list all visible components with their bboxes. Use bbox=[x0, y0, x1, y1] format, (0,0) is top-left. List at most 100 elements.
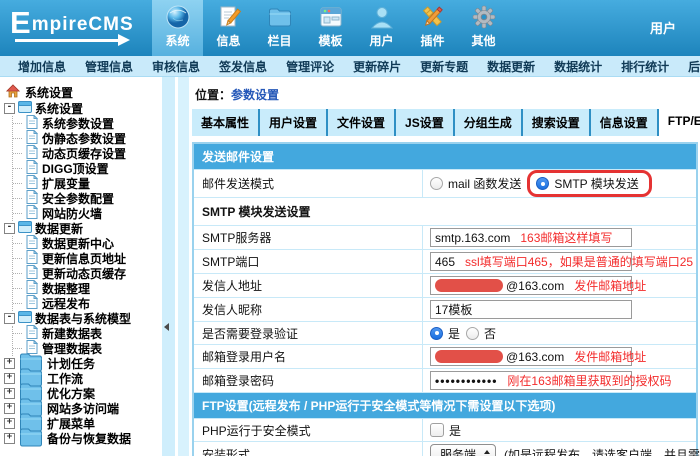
field-value: smtp.163.com163邮箱这样填写 bbox=[423, 226, 696, 249]
nav-item[interactable]: 审核信息 bbox=[152, 58, 200, 75]
collapse-node-icon[interactable]: - bbox=[4, 223, 15, 234]
form-row: SMTP端口465ssl填写端口465，如果是普通的填写端口25 bbox=[194, 250, 696, 274]
sidebar-item[interactable]: 动态页缓存设置 bbox=[13, 146, 162, 161]
field-label: 邮箱登录密码 bbox=[194, 369, 423, 392]
sidebar-item[interactable]: 数据整理 bbox=[13, 281, 162, 296]
sidebar-item[interactable]: 系统参数设置 bbox=[13, 116, 162, 131]
radio-icon[interactable] bbox=[466, 327, 479, 340]
sidebar-item[interactable]: 更新动态页缓存 bbox=[13, 266, 162, 281]
nav-item[interactable]: 排行统计 bbox=[621, 58, 669, 75]
text-input[interactable]: 17模板 bbox=[430, 300, 632, 319]
tab-信息设置[interactable]: 信息设置 bbox=[591, 109, 659, 136]
expand-node-icon[interactable]: + bbox=[4, 433, 15, 444]
text-input[interactable]: smtp.163.com163邮箱这样填写 bbox=[430, 228, 632, 247]
nav-item[interactable]: 更新专题 bbox=[420, 58, 468, 75]
password-input[interactable]: ••••••••••••刚在163邮箱里获取到的授权码 bbox=[430, 371, 632, 390]
redacted-value bbox=[435, 350, 503, 363]
expand-node-icon[interactable]: + bbox=[4, 358, 15, 369]
input-value: 465 bbox=[435, 255, 455, 269]
sidebar-item[interactable]: 更新信息页地址 bbox=[13, 251, 162, 266]
toolbar-item-栏目[interactable]: 栏目 bbox=[254, 0, 305, 56]
radio-option-annotated[interactable]: SMTP 模块发送 bbox=[527, 170, 651, 197]
checkbox-icon[interactable] bbox=[430, 423, 444, 437]
form-row: SMTP服务器smtp.163.com163邮箱这样填写 bbox=[194, 226, 696, 250]
text-input[interactable]: 465ssl填写端口465，如果是普通的填写端口25 bbox=[430, 252, 632, 271]
collapse-arrow-icon[interactable] bbox=[164, 323, 169, 331]
sidebar-group[interactable]: -数据表与系统模型 bbox=[0, 311, 162, 326]
text-input[interactable]: @163.com发件邮箱地址 bbox=[430, 347, 632, 366]
nav-item[interactable]: 签发信息 bbox=[219, 58, 267, 75]
empirecms-admin: EmpireCMS 系统信息栏目模板用户插件其他 用户 增加信息 管理信息 审核信息… bbox=[0, 0, 700, 456]
tab-分组生成[interactable]: 分组生成 bbox=[455, 109, 523, 136]
form-row: 是否需要登录验证是否 bbox=[194, 322, 696, 345]
sidebar-splitter[interactable] bbox=[162, 77, 175, 456]
collapse-node-icon[interactable]: - bbox=[4, 313, 15, 324]
shortcut-nav: 增加信息 管理信息 审核信息 签发信息 管理评论 更新碎片 更新专题 数据更新 数据统计 排行统计… bbox=[0, 56, 700, 77]
toolbar-item-插件[interactable]: 插件 bbox=[407, 0, 458, 56]
sidebar-group[interactable]: -系统设置 bbox=[0, 101, 162, 116]
toolbar-item-信息[interactable]: 信息 bbox=[203, 0, 254, 56]
tab-FTP/EMAIL[interactable]: FTP/EMAIL bbox=[659, 109, 700, 136]
tab-文件设置[interactable]: 文件设置 bbox=[328, 109, 396, 136]
checkbox-option[interactable]: 是 bbox=[430, 422, 461, 439]
nav-item[interactable]: 管理信息 bbox=[85, 58, 133, 75]
settings-tabs: 基本属性用户设置文件设置JS设置分组生成搜索设置信息设置FTP/EMAIL模型设… bbox=[192, 109, 700, 136]
annotation-note: 发件邮箱地址 bbox=[574, 277, 646, 294]
select-value: 服务端 bbox=[440, 446, 476, 456]
expand-node-icon[interactable]: + bbox=[4, 373, 15, 384]
input-value: @163.com bbox=[506, 279, 564, 293]
nav-item[interactable]: 增加信息 bbox=[18, 58, 66, 75]
nav-item[interactable]: 数据统计 bbox=[554, 58, 602, 75]
sidebar-item[interactable]: 网站防火墙 bbox=[13, 206, 162, 221]
empirecms-logo[interactable]: EmpireCMS bbox=[0, 0, 152, 56]
toolbar-item-模板[interactable]: 模板 bbox=[305, 0, 356, 56]
sidebar-item[interactable]: 新建数据表 bbox=[13, 326, 162, 341]
collapse-node-icon[interactable]: - bbox=[4, 103, 15, 114]
settings-form: 发送邮件设置邮件发送模式mail 函数发送SMTP 模块发送SMTP 模块发送设… bbox=[192, 142, 698, 456]
sidebar-group[interactable]: +备份与恢复数据 bbox=[0, 431, 162, 446]
radio-icon[interactable] bbox=[430, 177, 443, 190]
sidebar-item[interactable]: DIGG顶设置 bbox=[13, 161, 162, 176]
sidebar-root-label: 系统设置 bbox=[25, 84, 73, 101]
section-header: 发送邮件设置 bbox=[194, 144, 696, 170]
sidebar-root[interactable]: 系统设置 bbox=[0, 84, 162, 101]
input-value: @163.com bbox=[506, 350, 564, 364]
expand-node-icon[interactable]: + bbox=[4, 403, 15, 414]
install-mode-select[interactable]: 服务端 bbox=[430, 444, 496, 456]
tab-JS设置[interactable]: JS设置 bbox=[396, 109, 455, 136]
breadcrumb-link[interactable]: 参数设置 bbox=[231, 88, 279, 102]
expand-node-icon[interactable]: + bbox=[4, 388, 15, 399]
sidebar-item[interactable]: 扩展变量 bbox=[13, 176, 162, 191]
redacted-value bbox=[435, 279, 503, 292]
sidebar-item[interactable]: 安全参数配置 bbox=[13, 191, 162, 206]
top-toolbar: EmpireCMS 系统信息栏目模板用户插件其他 用户 bbox=[0, 0, 700, 56]
toolbar-item-系统[interactable]: 系统 bbox=[152, 0, 203, 56]
folder-icon bbox=[18, 424, 44, 453]
nav-item[interactable]: 管理评论 bbox=[286, 58, 334, 75]
panel-icon bbox=[18, 311, 32, 326]
nav-item[interactable]: 后台首页 bbox=[688, 58, 700, 75]
logo-text: EmpireCMS bbox=[10, 17, 134, 34]
sidebar-item[interactable]: 数据更新中心 bbox=[13, 236, 162, 251]
radio-option[interactable]: mail 函数发送 bbox=[430, 175, 521, 192]
radio-selected-icon[interactable] bbox=[536, 177, 549, 190]
sidebar-item[interactable]: 伪静态参数设置 bbox=[13, 131, 162, 146]
tab-搜索设置[interactable]: 搜索设置 bbox=[523, 109, 591, 136]
expand-node-icon[interactable]: + bbox=[4, 418, 15, 429]
radio-option-label: 否 bbox=[484, 325, 496, 342]
radio-option[interactable]: 是 bbox=[430, 325, 460, 342]
radio-option[interactable]: 否 bbox=[466, 325, 496, 342]
nav-item[interactable]: 更新碎片 bbox=[353, 58, 401, 75]
toolbar-item-label: 用户 bbox=[369, 32, 393, 49]
radio-selected-icon[interactable] bbox=[430, 327, 443, 340]
sidebar-group[interactable]: -数据更新 bbox=[0, 221, 162, 236]
toolbar-item-其他[interactable]: 其他 bbox=[458, 0, 509, 56]
toolbar-item-用户[interactable]: 用户 bbox=[356, 0, 407, 56]
sidebar-item[interactable]: 远程发布 bbox=[13, 296, 162, 311]
folder-icon bbox=[267, 4, 293, 30]
text-input[interactable]: @163.com发件邮箱地址 bbox=[430, 276, 632, 295]
field-label: 安装形式 bbox=[194, 442, 423, 456]
nav-item[interactable]: 数据更新 bbox=[487, 58, 535, 75]
tab-用户设置[interactable]: 用户设置 bbox=[260, 109, 328, 136]
tab-基本属性[interactable]: 基本属性 bbox=[192, 109, 260, 136]
